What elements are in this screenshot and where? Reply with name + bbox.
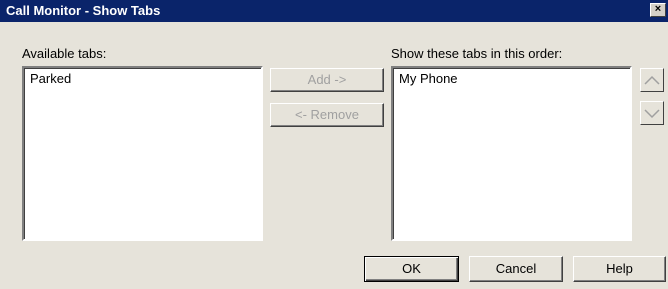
shown-tabs-label: Show these tabs in this order: <box>391 46 563 61</box>
ok-button[interactable]: OK <box>364 256 459 282</box>
available-tabs-label: Available tabs: <box>22 46 107 61</box>
window-title: Call Monitor - Show Tabs <box>6 3 161 18</box>
close-button[interactable]: × <box>650 3 666 17</box>
help-button[interactable]: Help <box>573 256 666 282</box>
close-icon: × <box>654 3 662 15</box>
title-bar: Call Monitor - Show Tabs × <box>0 0 668 22</box>
chevron-up-icon <box>644 75 660 85</box>
move-up-button[interactable] <box>640 68 664 92</box>
cancel-button[interactable]: Cancel <box>469 256 563 282</box>
available-tabs-list[interactable]: Parked <box>22 66 263 241</box>
move-down-button[interactable] <box>640 101 664 125</box>
shown-tabs-list[interactable]: My Phone <box>391 66 632 241</box>
remove-button[interactable]: <- Remove <box>270 103 384 127</box>
show-tabs-dialog: Call Monitor - Show Tabs × Available tab… <box>0 0 668 289</box>
list-item[interactable]: My Phone <box>399 71 624 87</box>
list-item[interactable]: Parked <box>30 71 255 87</box>
chevron-down-icon <box>644 109 660 119</box>
add-button[interactable]: Add -> <box>270 68 384 92</box>
